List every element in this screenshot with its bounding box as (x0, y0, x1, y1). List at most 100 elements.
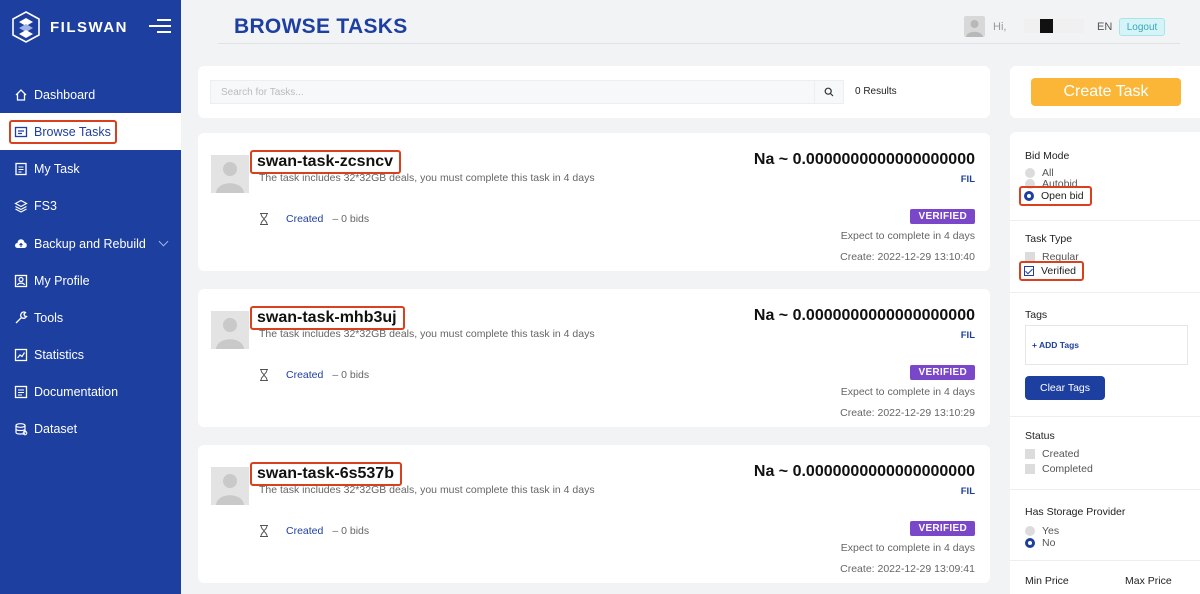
sidebar-item-dataset[interactable]: Dataset (0, 410, 181, 447)
option-label: Open bid (1041, 190, 1084, 202)
task-status-row: Created – 0 bids (259, 213, 369, 225)
option-label: Completed (1042, 463, 1093, 475)
task-currency: FIL (960, 486, 975, 497)
sidebar-item-label: Backup and Rebuild (34, 236, 146, 251)
browse-icon (14, 125, 28, 139)
sidebar-item-label: Dashboard (34, 87, 96, 102)
language-selector[interactable]: EN (1097, 21, 1112, 33)
search-panel: Search for Tasks... 0 Results (198, 66, 990, 118)
status-completed[interactable]: Completed (1025, 463, 1093, 475)
sidebar-item-label: Dataset (34, 421, 78, 436)
bid-mode-title: Bid Mode (1025, 150, 1070, 162)
option-label: Yes (1042, 525, 1060, 537)
greeting: Hi, (993, 21, 1007, 33)
task-status: Created (286, 213, 324, 225)
verified-badge: VERIFIED (910, 365, 975, 380)
user-placeholder-icon (216, 318, 244, 349)
radio-selected-icon (1025, 538, 1035, 548)
filswan-logo-icon (12, 11, 40, 43)
status-created[interactable]: Created (1025, 448, 1079, 460)
hourglass-icon (260, 213, 268, 225)
browse-tasks-highlight: Browse Tasks (9, 119, 117, 144)
radio-icon (1025, 168, 1035, 178)
task-created-at: Create: 2022-12-29 13:10:40 (840, 251, 975, 263)
storage-provider-yes[interactable]: Yes (1025, 525, 1059, 537)
task-description: The task includes 32*32GB deals, you mus… (259, 328, 595, 340)
clear-tags-button[interactable]: Clear Tags (1025, 376, 1105, 400)
task-status: Created (286, 525, 324, 537)
task-expect: Expect to complete in 4 days (840, 230, 975, 242)
task-price: Na ~ 0.0000000000000000000 (753, 307, 975, 324)
task-name[interactable]: swan-task-mhb3uj (250, 306, 405, 330)
cloud-icon (14, 237, 28, 251)
radio-selected-icon (1024, 191, 1034, 201)
user-avatar[interactable] (964, 16, 985, 37)
sidebar-item-label: Browse Tasks (34, 124, 111, 139)
sidebar-item-statistics[interactable]: Statistics (0, 336, 181, 373)
storage-provider-title: Has Storage Provider (1025, 506, 1126, 518)
task-card[interactable]: swan-task-zcsncv The task includes 32*32… (198, 133, 990, 271)
task-expect: Expect to complete in 4 days (840, 386, 975, 398)
option-label: Verified (1041, 265, 1077, 277)
task-description: The task includes 32*32GB deals, you mus… (259, 172, 595, 184)
task-bids: – 0 bids (332, 213, 370, 225)
logout-button[interactable]: Logout (1119, 18, 1165, 36)
search-input[interactable]: Search for Tasks... (210, 80, 814, 104)
task-icon (14, 162, 28, 176)
tools-icon (14, 310, 28, 325)
sidebar-item-backup-and-rebuild[interactable]: Backup and Rebuild (0, 225, 181, 262)
sidebar: FILSWAN Dashboard Browse Tasks My Task F… (0, 0, 181, 594)
user-placeholder-icon (216, 162, 244, 193)
task-created-at: Create: 2022-12-29 13:09:41 (840, 563, 975, 575)
brand[interactable]: FILSWAN (12, 10, 128, 44)
user-avatar-icon (966, 20, 983, 37)
task-name[interactable]: swan-task-6s537b (250, 462, 402, 486)
task-type-verified[interactable]: Verified (1019, 261, 1085, 281)
filter-divider (1010, 489, 1200, 490)
checkbox-icon (1025, 449, 1035, 459)
statistics-icon (14, 348, 28, 362)
menu-toggle-icon[interactable] (149, 19, 171, 37)
sidebar-item-dashboard[interactable]: Dashboard (0, 76, 181, 113)
sidebar-item-browse-tasks[interactable]: Browse Tasks (0, 113, 181, 150)
redacted-username (1024, 19, 1084, 33)
task-name[interactable]: swan-task-zcsncv (250, 150, 402, 174)
sidebar-item-label: My Task (34, 161, 80, 176)
task-bids: – 0 bids (332, 525, 370, 537)
task-thumbnail (211, 155, 249, 193)
task-bids: – 0 bids (332, 369, 370, 381)
filter-divider (1010, 220, 1200, 221)
min-price-label: Min Price (1025, 575, 1069, 587)
sidebar-item-my-profile[interactable]: My Profile (0, 262, 181, 299)
task-card[interactable]: swan-task-6s537b The task includes 32*32… (198, 445, 990, 583)
filter-divider (1010, 416, 1200, 417)
verified-badge: VERIFIED (910, 521, 975, 536)
sidebar-item-documentation[interactable]: Documentation (0, 373, 181, 410)
filter-divider (1010, 292, 1200, 293)
bid-mode-open-bid[interactable]: Open bid (1019, 186, 1092, 206)
sidebar-item-my-task[interactable]: My Task (0, 150, 181, 187)
status-title: Status (1025, 430, 1055, 442)
search-icon (824, 87, 834, 97)
header-divider (218, 43, 1180, 44)
sidebar-item-tools[interactable]: Tools (0, 299, 181, 336)
hourglass-icon (260, 525, 268, 537)
sidebar-item-label: My Profile (34, 273, 90, 288)
task-thumbnail (211, 311, 249, 349)
sidebar-item-fs3[interactable]: FS3 (0, 187, 181, 224)
storage-provider-no[interactable]: No (1025, 537, 1055, 549)
task-card[interactable]: swan-task-mhb3uj The task includes 32*32… (198, 289, 990, 427)
task-thumbnail (211, 467, 249, 505)
task-price: Na ~ 0.0000000000000000000 (753, 463, 975, 480)
filter-divider (1010, 560, 1200, 561)
sidebar-item-label: FS3 (34, 198, 57, 213)
storage-icon (14, 199, 28, 213)
option-label: Created (1042, 448, 1080, 460)
filter-panel: Bid Mode All Autobid Open bid Task Type … (1010, 132, 1200, 594)
task-created-at: Create: 2022-12-29 13:10:29 (840, 407, 975, 419)
search-button[interactable] (814, 80, 844, 104)
add-tags-input[interactable]: + ADD Tags (1025, 325, 1188, 365)
max-price-label: Max Price (1125, 575, 1172, 587)
create-task-button[interactable]: Create Task (1031, 78, 1181, 106)
sidebar-item-label: Statistics (34, 347, 85, 362)
